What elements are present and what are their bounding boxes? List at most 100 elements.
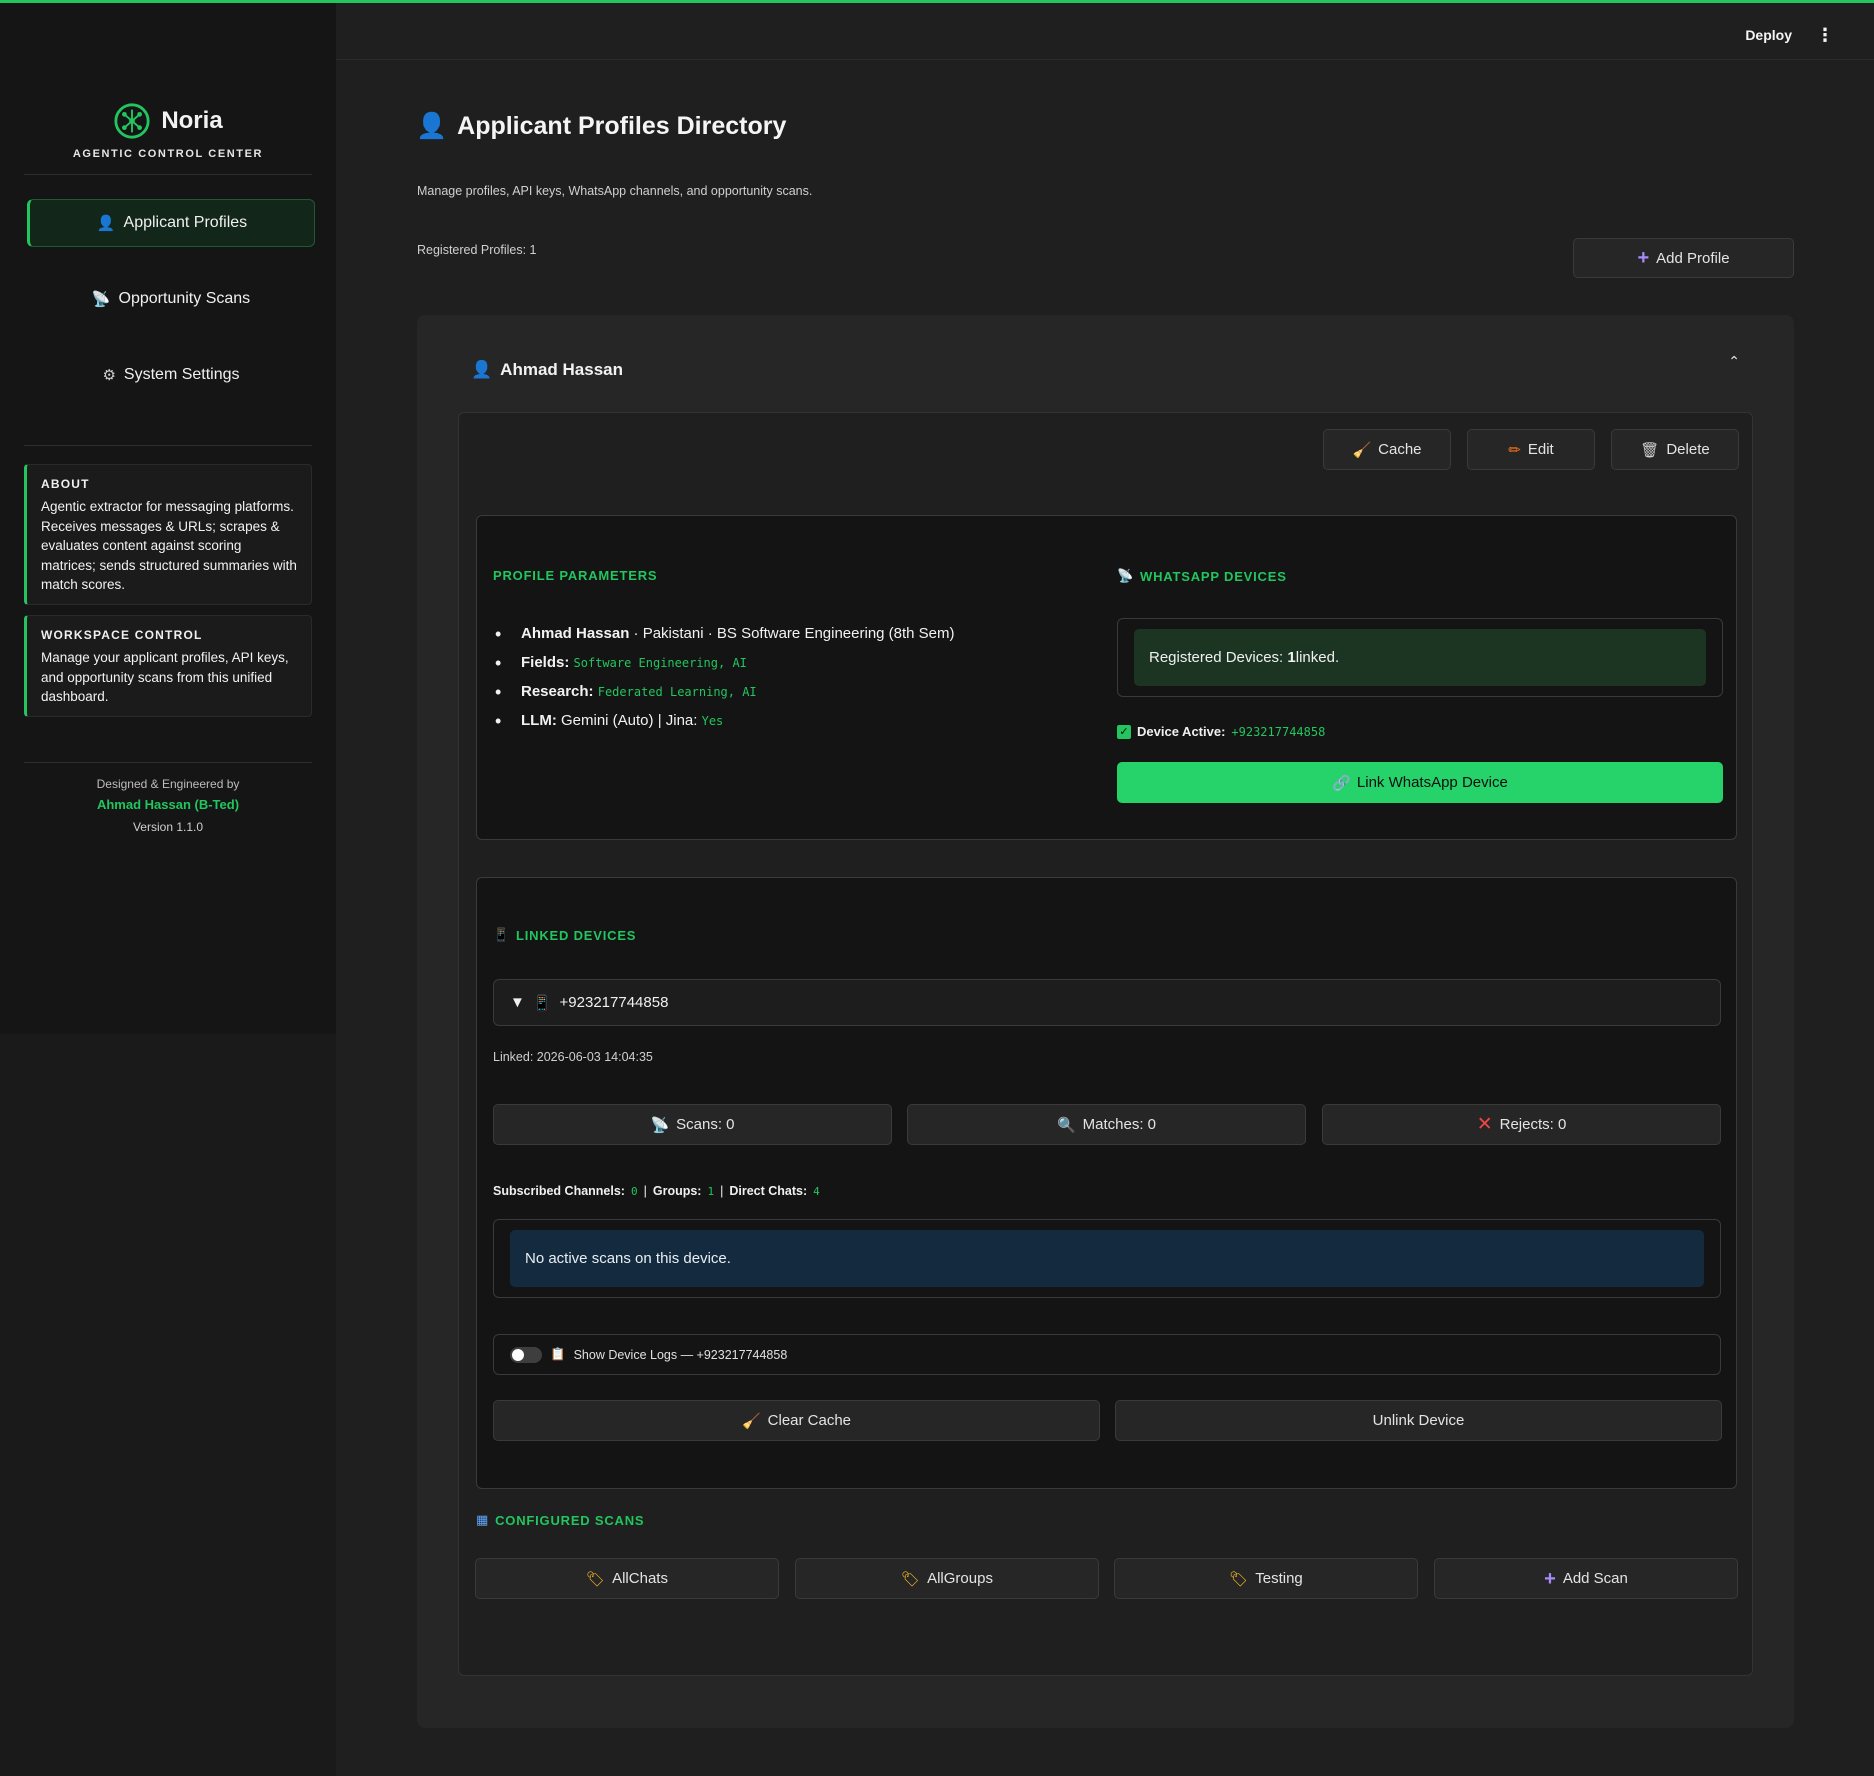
satellite-icon: 📡 bbox=[91, 291, 111, 308]
delete-button[interactable]: 🗑 Delete bbox=[1611, 429, 1739, 470]
page-title-text: Applicant Profiles Directory bbox=[457, 112, 787, 140]
deploy-button[interactable]: Deploy bbox=[1745, 27, 1792, 43]
about-title: ABOUT bbox=[41, 477, 90, 491]
clear-cache-button[interactable]: 🧹 Clear Cache bbox=[493, 1400, 1100, 1441]
rejects-stat-button[interactable]: ✕ Rejects: 0 bbox=[1322, 1104, 1721, 1145]
profile-params-card: PROFILE PARAMETERS Ahmad Hassan · Pakist… bbox=[476, 515, 1737, 840]
list-item: Ahmad Hassan · Pakistani · BS Software E… bbox=[493, 624, 955, 653]
log-icon: 📋 bbox=[550, 1347, 566, 1361]
gear-icon: ⚙ bbox=[102, 367, 116, 384]
chevron-up-icon[interactable]: ⌃ bbox=[1728, 353, 1740, 370]
device-active-label: Device Active: bbox=[1137, 724, 1226, 739]
separator: | bbox=[643, 1184, 647, 1198]
user-icon: 👤 bbox=[471, 360, 493, 379]
top-header: Deploy ⋮ bbox=[336, 3, 1874, 60]
page-subtitle: Manage profiles, API keys, WhatsApp chan… bbox=[417, 184, 813, 198]
checkmark-icon: ✓ bbox=[1117, 724, 1131, 739]
scan-label: AllGroups bbox=[927, 1570, 993, 1587]
separator: | bbox=[720, 1184, 724, 1198]
profile-parameters-title: PROFILE PARAMETERS bbox=[493, 568, 658, 583]
cross-icon: ✕ bbox=[1476, 1114, 1493, 1135]
edit-label: Edit bbox=[1527, 441, 1554, 458]
add-profile-label: Add Profile bbox=[1656, 249, 1730, 267]
top-accent-line bbox=[0, 0, 1874, 3]
sidebar-item-system-settings[interactable]: ⚙ System Settings bbox=[27, 351, 315, 399]
brand-subtitle: AGENTIC CONTROL CENTER bbox=[72, 148, 264, 160]
sidebar-item-label: Applicant Profiles bbox=[123, 214, 248, 231]
add-scan-button[interactable]: + Add Scan bbox=[1434, 1558, 1738, 1599]
profile-parameters-list: Ahmad Hassan · Pakistani · BS Software E… bbox=[493, 624, 955, 740]
pencil-icon: ✏ bbox=[1508, 441, 1521, 459]
scan-label: Testing bbox=[1255, 1570, 1303, 1587]
device-number: +923217744858 bbox=[559, 994, 669, 1011]
plus-icon: + bbox=[1544, 1567, 1556, 1590]
profile-expander: 👤 Ahmad Hassan ⌃ 🧹 Cache ✏ Edit 🗑 Delete… bbox=[417, 315, 1794, 1728]
sidebar-divider bbox=[24, 762, 312, 763]
clear-cache-label: Clear Cache bbox=[767, 1412, 852, 1429]
no-scans-info: No active scans on this device. bbox=[510, 1230, 1704, 1287]
triangle-down-icon: ▼ bbox=[510, 994, 525, 1011]
sidebar-item-applicant-profiles[interactable]: 👤 Applicant Profiles bbox=[27, 199, 315, 247]
matches-stat-button[interactable]: 🔍 Matches: 0 bbox=[907, 1104, 1306, 1145]
linked-devices-title: 📱 LINKED DEVICES bbox=[493, 927, 636, 943]
no-scans-box: No active scans on this device. bbox=[493, 1219, 1721, 1298]
phone-icon: 📱 bbox=[493, 927, 510, 942]
more-menu-icon[interactable]: ⋮ bbox=[1816, 25, 1834, 46]
sidebar-item-label: Opportunity Scans bbox=[118, 290, 251, 307]
sidebar-panel: Noria AGENTIC CONTROL CENTER 👤 Applicant… bbox=[0, 0, 336, 1034]
credit-line: Designed & Engineered by bbox=[96, 777, 240, 791]
scan-allchats-button[interactable]: 🏷 AllChats bbox=[475, 1558, 779, 1599]
brand: Noria AGENTIC CONTROL CENTER bbox=[0, 102, 336, 160]
broom-icon: 🧹 bbox=[1352, 441, 1372, 459]
configured-scans-title: ▦ CONFIGURED SCANS bbox=[476, 1512, 644, 1528]
add-scan-label: Add Scan bbox=[1562, 1570, 1628, 1587]
sidebar-divider bbox=[24, 445, 312, 446]
profile-name: Ahmad Hassan bbox=[500, 360, 623, 379]
add-profile-button[interactable]: + Add Profile bbox=[1573, 238, 1794, 278]
calendar-icon: ▦ bbox=[476, 1512, 490, 1527]
page-title: 👤 Applicant Profiles Directory bbox=[416, 112, 786, 141]
param-jina-value: Yes bbox=[701, 714, 724, 728]
edit-button[interactable]: ✏ Edit bbox=[1467, 429, 1595, 470]
user-icon: 👤 bbox=[416, 112, 448, 140]
sidebar-divider bbox=[24, 174, 312, 175]
scan-allgroups-button[interactable]: 🏷 AllGroups bbox=[795, 1558, 1099, 1599]
whatsapp-devices-title: 📡 WHATSAPP DEVICES bbox=[1117, 568, 1287, 584]
registered-profiles-count: Registered Profiles: 1 bbox=[417, 243, 537, 257]
direct-chats-label: Direct Chats: bbox=[729, 1184, 808, 1198]
matches-label: Matches: 0 bbox=[1082, 1116, 1157, 1133]
tag-icon: 🏷 bbox=[901, 1570, 921, 1588]
user-icon: 👤 bbox=[96, 215, 116, 232]
device-active-number: +923217744858 bbox=[1231, 724, 1326, 739]
unlink-device-button[interactable]: Unlink Device bbox=[1115, 1400, 1722, 1441]
profile-card: 🧹 Cache ✏ Edit 🗑 Delete PROFILE PARAMETE… bbox=[458, 412, 1753, 1676]
device-expander[interactable]: ▼ 📱 +923217744858 bbox=[493, 979, 1721, 1026]
direct-chats-value: 4 bbox=[813, 1184, 820, 1198]
registered-devices-count: 1 bbox=[1287, 649, 1296, 666]
param-name: Ahmad Hassan bbox=[521, 625, 630, 642]
linked-devices-title-text: LINKED DEVICES bbox=[516, 927, 637, 943]
cache-label: Cache bbox=[1378, 441, 1422, 458]
param-research-label: Research: bbox=[521, 683, 594, 700]
trash-icon: 🗑 bbox=[1640, 441, 1660, 459]
configured-scans-title-text: CONFIGURED SCANS bbox=[495, 1512, 645, 1528]
plus-icon: + bbox=[1637, 247, 1650, 269]
sidebar-item-opportunity-scans[interactable]: 📡 Opportunity Scans bbox=[27, 275, 315, 323]
credit-author: Ahmad Hassan (B-Ted) bbox=[96, 797, 240, 812]
scans-label: Scans: 0 bbox=[676, 1116, 735, 1133]
profile-header[interactable]: 👤 Ahmad Hassan bbox=[471, 360, 623, 380]
main-content: 👤 Applicant Profiles Directory Manage pr… bbox=[336, 60, 1874, 1776]
link-whatsapp-device-button[interactable]: 🔗 Link WhatsApp Device bbox=[1117, 762, 1723, 803]
list-item: LLM: Gemini (Auto) | Jina: Yes bbox=[493, 711, 955, 740]
groups-value: 1 bbox=[707, 1184, 715, 1198]
show-logs-toggle[interactable] bbox=[510, 1346, 542, 1363]
param-fields-label: Fields: bbox=[521, 654, 570, 671]
link-whatsapp-device-label: Link WhatsApp Device bbox=[1356, 774, 1508, 791]
param-llm-label: LLM: bbox=[521, 712, 557, 729]
param-name-detail: · Pakistani · BS Software Engineering (8… bbox=[629, 625, 955, 642]
cache-button[interactable]: 🧹 Cache bbox=[1323, 429, 1451, 470]
scan-testing-button[interactable]: 🏷 Testing bbox=[1114, 1558, 1418, 1599]
about-card: ABOUT Agentic extractor for messaging pl… bbox=[24, 464, 312, 605]
scan-label: AllChats bbox=[612, 1570, 668, 1587]
scans-stat-button[interactable]: 📡 Scans: 0 bbox=[493, 1104, 892, 1145]
